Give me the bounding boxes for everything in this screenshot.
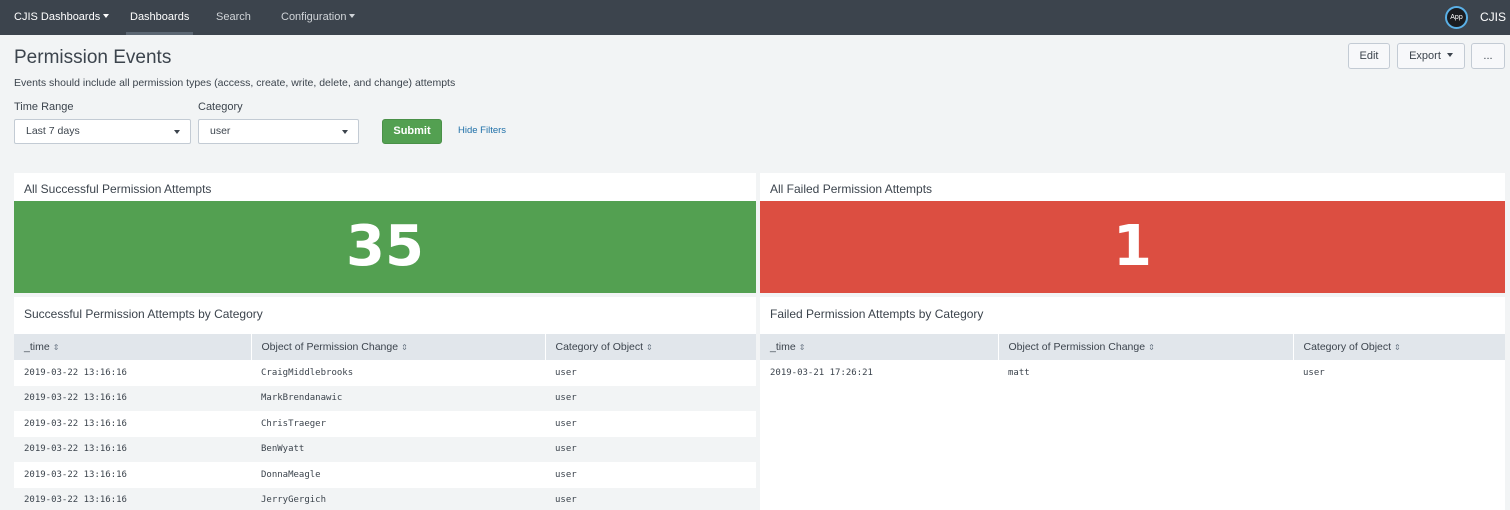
page-description: Events should include all permission typ… [14, 77, 456, 89]
successful-table: _time ⇕ Object of Permission Change ⇕ Cate… [14, 334, 756, 510]
table-row: 2019-03-22 13:16:16 DonnaMeagle user [14, 462, 756, 488]
sort-icon: ⇕ [646, 343, 653, 352]
column-header-time[interactable]: _time ⇕ [760, 334, 998, 360]
failed-table-panel: Failed Permission Attempts by Category _… [760, 297, 1505, 510]
app-title: CJIS [1480, 10, 1507, 24]
column-header-object[interactable]: Object of Permission Change ⇕ [997, 334, 1293, 360]
table-header-row: _time ⇕ Object of Permission Change ⇕ Cate… [760, 334, 1505, 360]
time-range-value: Last 7 days [26, 125, 80, 137]
cell-object: MarkBrendanawic [251, 385, 545, 411]
cell-object: ChrisTraeger [261, 418, 327, 429]
nav-dashboards[interactable]: Dashboards [125, 0, 194, 35]
app-icon[interactable]: App [1445, 6, 1468, 29]
cell-time: 2019-03-22 13:16:16 [14, 436, 251, 462]
failed-table: _time ⇕ Object of Permission Change ⇕ Cate… [760, 334, 1505, 386]
column-label: _time [24, 341, 50, 353]
panel-title: All Failed Permission Attempts [770, 182, 933, 196]
nav-configuration-label: Configuration [281, 11, 347, 23]
caret-down-icon [1446, 53, 1453, 58]
time-range-label: Time Range [14, 101, 74, 113]
table-row: 2019-03-22 13:16:16 CraigMiddlebrooks user [14, 360, 756, 386]
cell-category: user [555, 367, 577, 378]
caret-down-icon [349, 14, 356, 19]
page-title: Permission Events [14, 47, 172, 68]
column-header-time[interactable]: _time ⇕ [14, 334, 251, 360]
column-label: _time [770, 341, 796, 353]
category-label: Category [198, 101, 243, 113]
cell-time: 2019-03-22 13:16:16 [24, 469, 127, 480]
cell-object: DonnaMeagle [261, 469, 321, 480]
table-header-row: _time ⇕ Object of Permission Change ⇕ Cate… [14, 334, 756, 360]
sort-icon: ⇕ [401, 343, 408, 352]
time-range-dropdown[interactable]: Last 7 days [14, 119, 191, 144]
table-row: 2019-03-22 13:16:16 BenWyatt user [14, 436, 756, 462]
cell-object: BenWyatt [251, 436, 545, 462]
panel-title: Failed Permission Attempts by Category [770, 307, 984, 321]
sort-icon: ⇕ [52, 343, 60, 352]
table-row: 2019-03-22 13:16:16 ChrisTraeger user [14, 411, 756, 437]
panel-title: All Successful Permission Attempts [24, 182, 212, 196]
cell-time: 2019-03-22 13:16:16 [24, 367, 127, 378]
cell-time: 2019-03-22 13:16:16 [14, 385, 251, 411]
table-row: 2019-03-21 17:26:21 matt user [760, 360, 1505, 386]
app-menu-label: CJIS Dashboards [14, 11, 101, 23]
failed-attempts-panel: All Failed Permission Attempts 1 [760, 173, 1505, 293]
column-label: Object of Permission Change [261, 341, 399, 353]
cell-time: 2019-03-22 13:16:16 [24, 418, 127, 429]
edit-button[interactable]: Edit [1348, 43, 1390, 69]
panel-title: Successful Permission Attempts by Catego… [24, 307, 263, 321]
category-dropdown[interactable]: user [198, 119, 359, 144]
export-label: Export [1409, 50, 1441, 62]
sort-icon: ⇕ [798, 343, 806, 352]
table-row: 2019-03-22 13:16:16 JerryGergich user [14, 487, 756, 510]
app-menu[interactable]: CJIS Dashboards [14, 0, 110, 35]
table-row: 2019-03-22 13:16:16 MarkBrendanawic user [14, 385, 756, 411]
category-value: user [210, 125, 231, 137]
single-value-success: 35 [14, 201, 756, 293]
cell-time: 2019-03-22 13:16:16 [14, 487, 251, 510]
submit-button[interactable]: Submit [382, 119, 442, 144]
caret-down-icon [103, 14, 110, 19]
nav-configuration[interactable]: Configuration [281, 0, 356, 35]
cell-object: CraigMiddlebrooks [261, 367, 354, 378]
cell-category: user [555, 469, 577, 480]
cell-category: user [545, 385, 756, 411]
column-header-category[interactable]: Category of Object ⇕ [1292, 334, 1505, 360]
cell-object: JerryGergich [251, 487, 545, 510]
caret-down-icon [174, 130, 180, 134]
cell-category: user [545, 436, 756, 462]
hide-filters-link[interactable]: Hide Filters [458, 125, 506, 136]
cell-category: user [1303, 367, 1325, 378]
cell-category: user [555, 418, 577, 429]
export-button[interactable]: Export [1397, 43, 1465, 69]
successful-attempts-panel: All Successful Permission Attempts 35 [14, 173, 756, 293]
column-header-category[interactable]: Category of Object ⇕ [544, 334, 756, 360]
caret-down-icon [342, 130, 348, 134]
nav-search[interactable]: Search [216, 0, 251, 35]
column-label: Category of Object [555, 341, 644, 353]
successful-table-panel: Successful Permission Attempts by Catego… [14, 297, 756, 510]
column-header-object[interactable]: Object of Permission Change ⇕ [250, 334, 545, 360]
sort-icon: ⇕ [1148, 343, 1155, 352]
single-value-failed: 1 [760, 201, 1505, 293]
cell-object: matt [1008, 367, 1030, 378]
sort-icon: ⇕ [1394, 343, 1401, 352]
column-label: Object of Permission Change [1008, 341, 1146, 353]
top-nav-bar: CJIS Dashboards Dashboards Search Config… [0, 0, 1510, 35]
cell-time: 2019-03-21 17:26:21 [770, 367, 873, 378]
more-actions-button[interactable]: ... [1471, 43, 1505, 69]
column-label: Category of Object [1303, 341, 1392, 353]
cell-category: user [545, 487, 756, 510]
